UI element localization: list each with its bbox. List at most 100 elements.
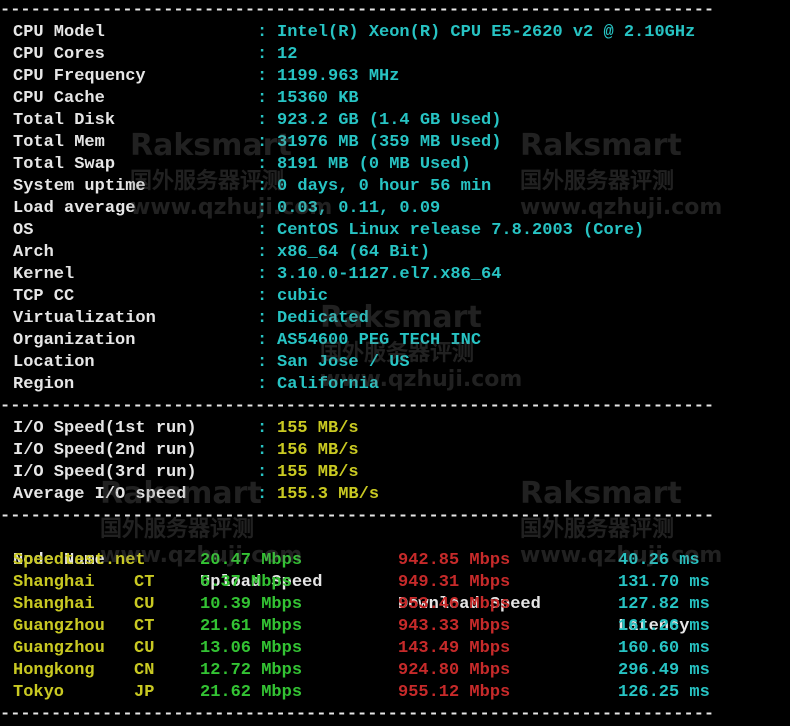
io-speed-row: I/O Speed(1st run):155 MB/s bbox=[0, 418, 790, 440]
speed-row: Guangzhou CT 21.61 Mbps 943.33 Mbps 161.26 m… bbox=[0, 616, 790, 638]
system-info-row: Kernel:3.10.0-1127.el7.x86_64 bbox=[0, 264, 790, 286]
info-label: Location bbox=[13, 353, 95, 372]
speed-row: Speedtest.net 20.47 Mbps 942.85 Mbps 40.26 … bbox=[0, 550, 790, 572]
info-colon: : bbox=[257, 133, 268, 152]
node-name: Guangzhou bbox=[13, 639, 105, 658]
latency: 40.26 ms bbox=[618, 551, 700, 570]
node-name: Shanghai bbox=[13, 573, 95, 592]
info-value: San Jose / US bbox=[277, 353, 410, 372]
io-label: I/O Speed(1st run) bbox=[13, 419, 197, 438]
upload-speed: 20.47 Mbps bbox=[200, 551, 303, 570]
info-label: Kernel bbox=[13, 265, 75, 284]
info-colon: : bbox=[257, 309, 268, 328]
info-label: System uptime bbox=[13, 177, 146, 196]
io-colon: : bbox=[257, 463, 268, 482]
system-info-row: TCP CC: cubic bbox=[0, 286, 790, 308]
latency: 161.26 ms bbox=[618, 617, 710, 636]
system-info-row: Location: San Jose / US bbox=[0, 352, 790, 374]
info-label: Total Disk bbox=[13, 111, 116, 130]
download-speed: 955.12 Mbps bbox=[398, 683, 511, 702]
latency: 131.70 ms bbox=[618, 573, 710, 592]
info-colon: : bbox=[257, 111, 268, 130]
info-label: TCP CC bbox=[13, 287, 75, 306]
io-speed-row: I/O Speed(2nd run):156 MB/s bbox=[0, 440, 790, 462]
info-label: Region bbox=[13, 375, 75, 394]
node-name: Speedtest.net bbox=[13, 551, 146, 570]
info-colon: : bbox=[257, 155, 268, 174]
upload-speed: 10.39 Mbps bbox=[200, 595, 303, 614]
info-value: Dedicated bbox=[277, 309, 369, 328]
system-info-row: Total Mem:31976 MB (359 MB Used) bbox=[0, 132, 790, 154]
separator-bottom: ----------------------------------------… bbox=[0, 705, 715, 724]
io-colon: : bbox=[257, 419, 268, 438]
node-name: Guangzhou bbox=[13, 617, 105, 636]
upload-speed: 21.62 Mbps bbox=[200, 683, 303, 702]
io-label: I/O Speed(3rd run) bbox=[13, 463, 197, 482]
info-value: x86_64 (64 Bit) bbox=[277, 243, 431, 262]
io-label: I/O Speed(2nd run) bbox=[13, 441, 197, 460]
io-value: 156 MB/s bbox=[277, 441, 359, 460]
info-label: Virtualization bbox=[13, 309, 156, 328]
info-colon: : bbox=[257, 89, 268, 108]
speed-row: Guangzhou CU 13.06 Mbps 143.49 Mbps 160.60 m… bbox=[0, 638, 790, 660]
info-value: 923.2 GB (1.4 GB Used) bbox=[277, 111, 502, 130]
info-label: Total Mem bbox=[13, 133, 105, 152]
info-colon: : bbox=[257, 265, 268, 284]
io-speed-row: I/O Speed(3rd run):155 MB/s bbox=[0, 462, 790, 484]
latency: 126.25 ms bbox=[618, 683, 710, 702]
node-isp: CU bbox=[134, 595, 155, 614]
info-label: Total Swap bbox=[13, 155, 116, 174]
node-isp: CT bbox=[134, 573, 155, 592]
system-info-row: CPU Frequency:1199.963 MHz bbox=[0, 66, 790, 88]
upload-speed: 21.61 Mbps bbox=[200, 617, 303, 636]
info-colon: : bbox=[257, 243, 268, 262]
node-isp: CT bbox=[134, 617, 155, 636]
info-value: 0 days, 0 hour 56 min bbox=[277, 177, 492, 196]
speed-row: Shanghai CT 6.37 Mbps 949.31 Mbps 131.70 ms bbox=[0, 572, 790, 594]
speed-row: Tokyo JP 21.62 Mbps 955.12 Mbps 126.25 ms bbox=[0, 682, 790, 704]
node-name: Tokyo bbox=[13, 683, 65, 702]
io-colon: : bbox=[257, 441, 268, 460]
info-value: Intel(R) Xeon(R) CPU E5-2620 v2 @ 2.10GH… bbox=[277, 23, 696, 42]
node-isp: CU bbox=[134, 639, 155, 658]
upload-speed: 12.72 Mbps bbox=[200, 661, 303, 680]
info-label: CPU Model bbox=[13, 23, 105, 42]
info-colon: : bbox=[257, 67, 268, 86]
separator-speed: ----------------------------------------… bbox=[0, 507, 715, 526]
node-isp: JP bbox=[134, 683, 155, 702]
download-speed: 143.49 Mbps bbox=[398, 639, 511, 658]
info-label: Arch bbox=[13, 243, 54, 262]
node-isp: CN bbox=[134, 661, 155, 680]
io-value: 155 MB/s bbox=[277, 463, 359, 482]
io-label: Average I/O speed bbox=[13, 485, 187, 504]
system-info-row: Region: California bbox=[0, 374, 790, 396]
system-info-row: CPU Cores:12 bbox=[0, 44, 790, 66]
info-label: Load average bbox=[13, 199, 136, 218]
download-speed: 924.80 Mbps bbox=[398, 661, 511, 680]
system-info-row: OS: CentOS Linux release 7.8.2003 (Core) bbox=[0, 220, 790, 242]
info-value: 0.03, 0.11, 0.09 bbox=[277, 199, 441, 218]
info-label: OS bbox=[13, 221, 34, 240]
system-info-row: Total Swap:8191 MB (0 MB Used) bbox=[0, 154, 790, 176]
speed-header-row: Node Name Upload Speed Download Speed La… bbox=[0, 528, 689, 636]
info-colon: : bbox=[257, 287, 268, 306]
download-speed: 949.31 Mbps bbox=[398, 573, 511, 592]
info-value: 3.10.0-1127.el7.x86_64 bbox=[277, 265, 502, 284]
info-value: cubic bbox=[277, 287, 329, 306]
system-info-row: Organization: AS54600 PEG TECH INC bbox=[0, 330, 790, 352]
info-colon: : bbox=[257, 221, 268, 240]
info-label: CPU Frequency bbox=[13, 67, 146, 86]
system-info-row: Arch: x86_64 (64 Bit) bbox=[0, 242, 790, 264]
info-colon: : bbox=[257, 23, 268, 42]
info-label: CPU Cache bbox=[13, 89, 105, 108]
system-info-row: Virtualization: Dedicated bbox=[0, 308, 790, 330]
info-value: 1199.963 MHz bbox=[277, 67, 400, 86]
download-speed: 943.33 Mbps bbox=[398, 617, 511, 636]
io-speed-row: Average I/O speed:155.3 MB/s bbox=[0, 484, 790, 506]
download-speed: 942.85 Mbps bbox=[398, 551, 511, 570]
info-value: 12 bbox=[277, 45, 298, 64]
io-value: 155.3 MB/s bbox=[277, 485, 380, 504]
info-value: 15360 KB bbox=[277, 89, 359, 108]
terminal-window: ----------------------------------------… bbox=[0, 0, 790, 724]
info-colon: : bbox=[257, 331, 268, 350]
